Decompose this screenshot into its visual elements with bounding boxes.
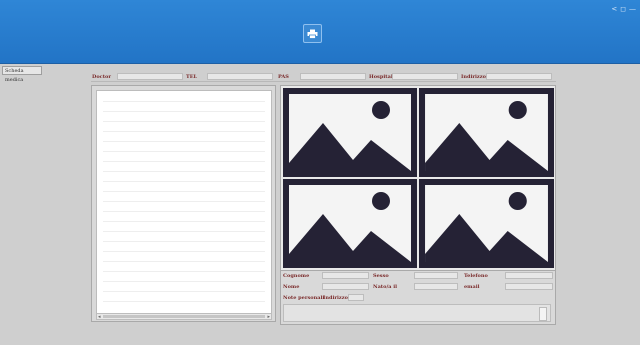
cognome-label: Cognome: [283, 273, 310, 279]
notes-rule: [103, 151, 265, 152]
scrollbar-thumb[interactable]: [103, 315, 265, 318]
tel-field[interactable]: [207, 73, 273, 80]
nome-label: Nome: [283, 284, 300, 290]
scroll-left-icon[interactable]: ◂: [98, 314, 101, 320]
pas-label: PAS: [278, 74, 289, 80]
telefono-field[interactable]: [505, 272, 553, 279]
medical-record-tab[interactable]: Scheda medica: [2, 66, 42, 83]
notes-rule: [103, 131, 265, 132]
print-button[interactable]: [303, 24, 322, 43]
notes-rule: [103, 211, 265, 212]
email-label: email: [464, 284, 480, 290]
notes-rule: [103, 101, 265, 102]
address-field[interactable]: [486, 73, 552, 80]
top-bar: < ◻ —: [0, 0, 640, 64]
image-slot-1[interactable]: [283, 88, 417, 177]
notes-rule: [103, 281, 265, 282]
hospital-field[interactable]: [392, 73, 458, 80]
email-field[interactable]: [505, 283, 553, 290]
image-slot-3[interactable]: [283, 179, 417, 268]
patient-address-label: Indirizzo: [323, 295, 348, 301]
personal-notes-label: Note personali: [283, 295, 325, 301]
sesso-label: Sesso: [373, 273, 389, 279]
notes-rule: [103, 171, 265, 172]
notes-rule: [103, 261, 265, 262]
notes-rule: [103, 231, 265, 232]
doctor-label: Doctor: [92, 74, 111, 80]
notes-textarea[interactable]: [96, 90, 272, 315]
notes-rule: [103, 121, 265, 122]
pas-field[interactable]: [300, 73, 366, 80]
header-divider: [91, 81, 556, 82]
notes-rule: [103, 161, 265, 162]
doctor-field[interactable]: [117, 73, 183, 80]
notes-scrollbar[interactable]: [539, 307, 547, 321]
notes-rule: [103, 181, 265, 182]
notes-rule: [103, 241, 265, 242]
patient-address-field[interactable]: [348, 294, 364, 301]
image-slot-4[interactable]: [419, 179, 554, 268]
notes-rule: [103, 301, 265, 302]
notes-rule: [103, 141, 265, 142]
notes-rule: [103, 191, 265, 192]
birthdate-label: Nato/a il: [373, 284, 398, 290]
address-label: Indirizzo: [461, 74, 486, 80]
hospital-label: Hospital: [369, 74, 393, 80]
printer-icon: [307, 29, 318, 39]
restore-icon[interactable]: ◻: [620, 6, 626, 13]
window-controls: < ◻ —: [611, 6, 636, 13]
cognome-field[interactable]: [322, 272, 369, 279]
scroll-right-icon[interactable]: ▸: [267, 314, 270, 320]
image-placeholder-icon: [425, 94, 548, 171]
image-slot-2[interactable]: [419, 88, 554, 177]
image-gallery: [280, 85, 556, 271]
image-placeholder-icon: [425, 185, 548, 262]
notes-rule: [103, 221, 265, 222]
notes-rule: [103, 201, 265, 202]
image-placeholder-icon: [289, 94, 411, 171]
notes-rule: [103, 271, 265, 272]
back-icon[interactable]: <: [611, 6, 617, 13]
minimize-icon[interactable]: —: [629, 6, 636, 13]
notes-rule: [103, 111, 265, 112]
sesso-field[interactable]: [414, 272, 458, 279]
nome-field[interactable]: [322, 283, 369, 290]
personal-notes-field[interactable]: [283, 304, 551, 322]
image-placeholder-icon: [289, 185, 411, 262]
notes-horizontal-scrollbar[interactable]: ◂ ▸: [96, 313, 272, 320]
birthdate-field[interactable]: [414, 283, 458, 290]
notes-rule: [103, 251, 265, 252]
notes-rule: [103, 291, 265, 292]
tel-label: TEL: [186, 74, 198, 80]
telefono-label: Telefono: [464, 273, 488, 279]
